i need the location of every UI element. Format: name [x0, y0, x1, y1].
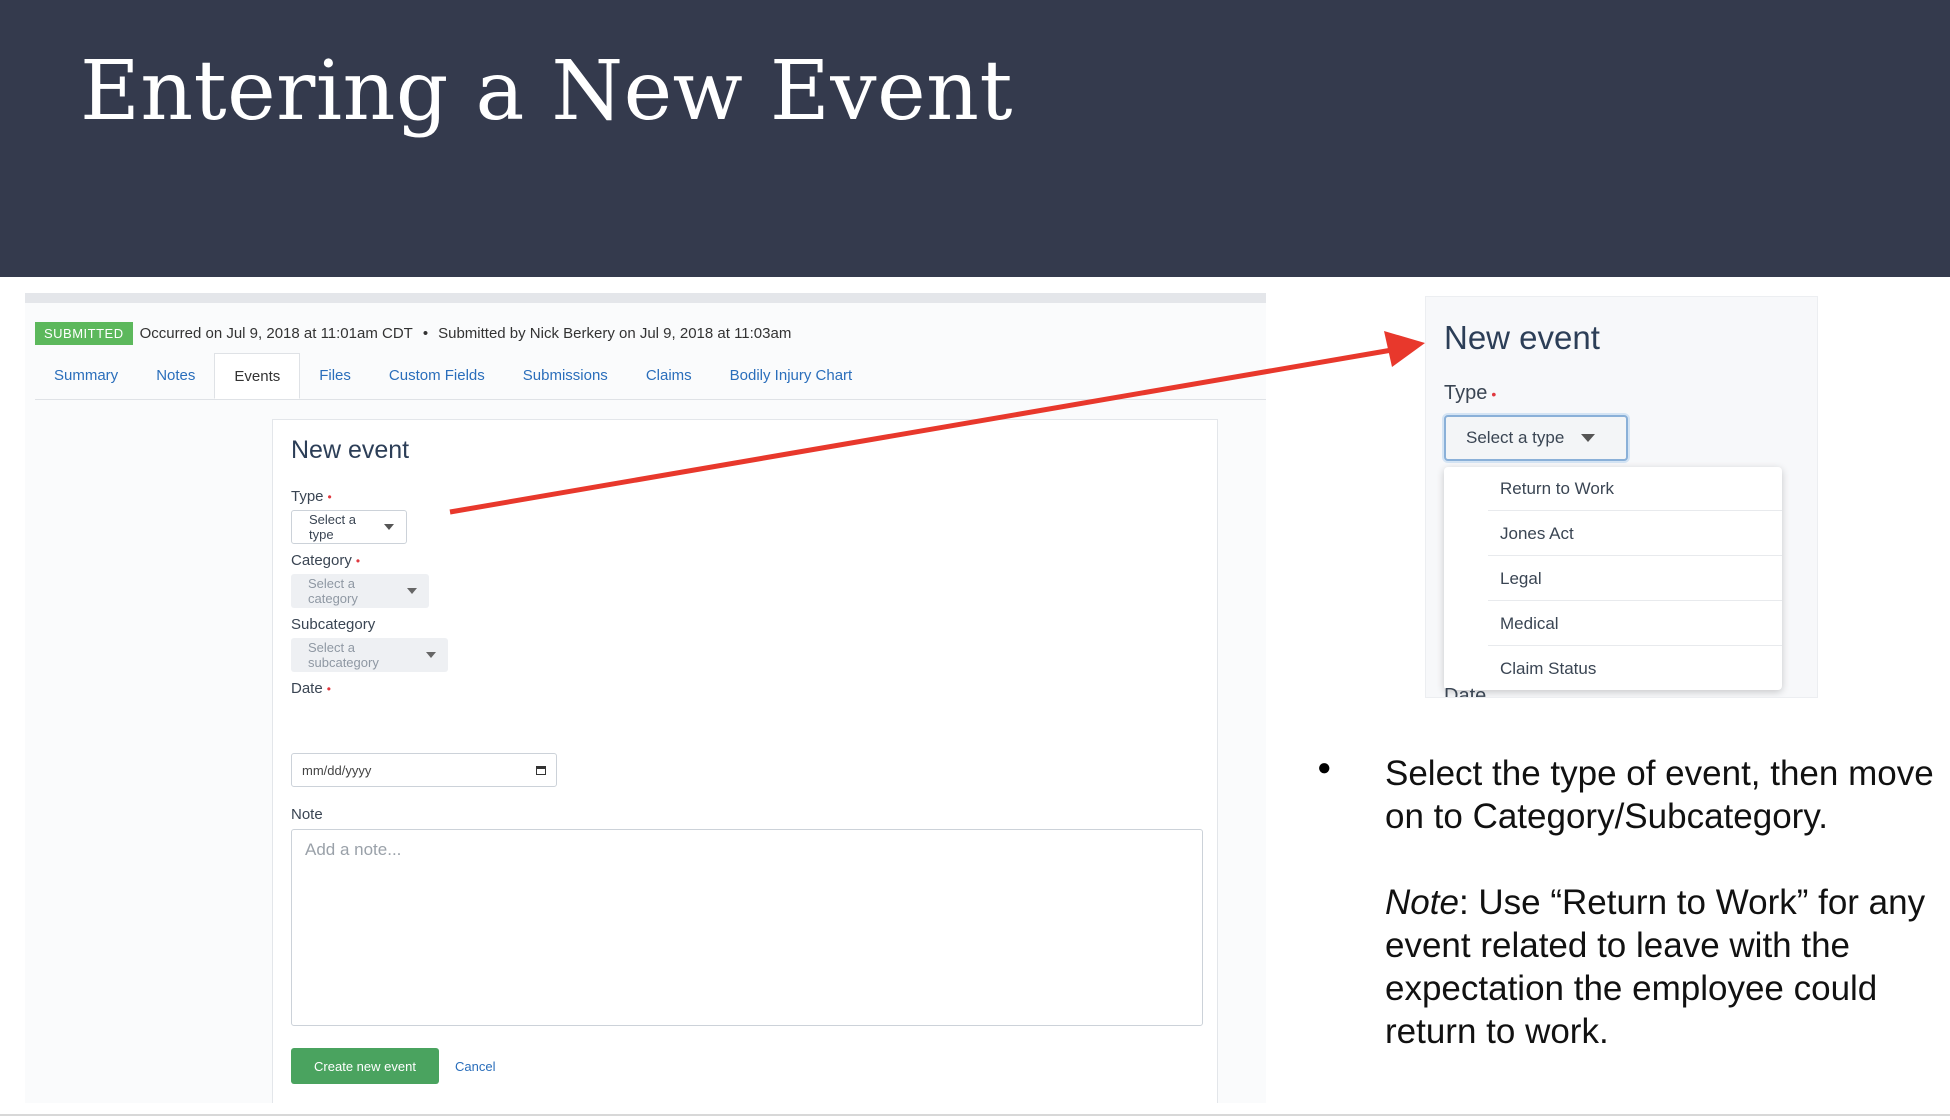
type-label-text: Type	[291, 488, 324, 505]
tab-summary[interactable]: Summary	[35, 353, 137, 399]
type-label: Type •	[291, 488, 332, 505]
instruction-note: Note: Use “Return to Work” for any event…	[1385, 881, 1945, 1053]
category-select[interactable]: Select a category	[291, 574, 429, 608]
zoomed-type-dropdown: New event Type • Select a type Return to …	[1425, 296, 1818, 698]
separator-dot: •	[422, 324, 429, 342]
status-row: SUBMITTED Occurred on Jul 9, 2018 at 11:…	[35, 321, 791, 345]
subcategory-select-value: Select a subcategory	[308, 640, 379, 670]
zoom-date-label-cutoff: Date	[1444, 685, 1487, 698]
note-body: : Use “Return to Work” for any event rel…	[1385, 883, 1926, 1051]
slide-title-bar: Entering a New Event	[0, 0, 1950, 277]
category-label: Category •	[291, 552, 360, 569]
submitted-text: Submitted by Nick Berkery on Jul 9, 2018…	[438, 324, 792, 342]
option-medical[interactable]: Medical	[1488, 602, 1782, 646]
new-event-form: New event Type • Select a type Category • …	[272, 419, 1218, 1103]
slide-title: Entering a New Event	[80, 44, 1013, 139]
zoom-form-title: New event	[1444, 319, 1600, 356]
app-screenshot: SUBMITTED Occurred on Jul 9, 2018 at 11:…	[25, 293, 1266, 1103]
tab-claims[interactable]: Claims	[627, 353, 711, 399]
option-jones-act[interactable]: Jones Act	[1488, 512, 1782, 556]
type-select[interactable]: Select a type	[291, 510, 407, 544]
note-textarea[interactable]: Add a note...	[291, 829, 1203, 1026]
calendar-icon[interactable]	[536, 765, 546, 775]
tab-custom-fields[interactable]: Custom Fields	[370, 353, 504, 399]
cancel-button[interactable]: Cancel	[445, 1048, 505, 1084]
option-claim-status[interactable]: Claim Status	[1488, 647, 1782, 691]
category-select-value: Select a category	[308, 576, 358, 606]
required-marker: •	[355, 554, 361, 569]
date-label-text: Date	[291, 680, 323, 697]
occurred-text: Occurred on Jul 9, 2018 at 11:01am CDT	[139, 324, 413, 342]
status-badge: SUBMITTED	[35, 321, 133, 345]
date-field[interactable]: mm/dd/yyyy	[291, 753, 557, 787]
zoom-type-label: Type •	[1444, 382, 1496, 405]
tab-files[interactable]: Files	[300, 353, 370, 399]
note-label-text: Note	[291, 806, 323, 823]
tab-notes[interactable]: Notes	[137, 353, 214, 399]
bullet-marker: ●	[1317, 754, 1332, 781]
bottom-divider	[0, 1114, 1950, 1116]
note-label: Note	[291, 806, 323, 823]
chevron-down-icon	[1581, 434, 1596, 442]
type-select-value: Select a type	[309, 512, 356, 542]
instruction-main: Select the type of event, then move on t…	[1385, 754, 1934, 836]
tab-events[interactable]: Events	[214, 353, 301, 399]
arrow-head	[1384, 331, 1425, 367]
chevron-down-icon	[426, 652, 436, 658]
date-label: Date •	[291, 680, 331, 697]
note-prefix: Note	[1385, 883, 1459, 922]
create-event-button[interactable]: Create new event	[291, 1048, 439, 1084]
subcategory-label: Subcategory	[291, 616, 375, 633]
tab-submissions[interactable]: Submissions	[504, 353, 627, 399]
chevron-down-icon	[407, 588, 417, 594]
tab-bar: Summary Notes Events Files Custom Fields…	[35, 353, 1266, 400]
zoom-type-label-text: Type	[1444, 382, 1488, 404]
zoom-type-select[interactable]: Select a type	[1444, 415, 1628, 461]
required-marker: •	[327, 490, 332, 505]
category-label-text: Category	[291, 552, 352, 569]
date-placeholder: mm/dd/yyyy	[302, 762, 372, 778]
tab-bodily-injury-chart[interactable]: Bodily Injury Chart	[711, 353, 872, 399]
subcategory-label-text: Subcategory	[291, 616, 376, 633]
option-legal[interactable]: Legal	[1488, 557, 1782, 601]
option-return-to-work[interactable]: Return to Work	[1488, 467, 1782, 511]
subcategory-select[interactable]: Select a subcategory	[291, 638, 448, 672]
required-marker: •	[1491, 385, 1497, 402]
chevron-down-icon	[384, 524, 394, 530]
zoom-type-select-value: Select a type	[1466, 428, 1565, 447]
form-title: New event	[291, 436, 410, 464]
required-marker: •	[326, 682, 331, 697]
type-dropdown-menu: Return to Work Jones Act Legal Medical C…	[1444, 467, 1782, 690]
instruction-text: Select the type of event, then move on t…	[1385, 752, 1945, 1053]
